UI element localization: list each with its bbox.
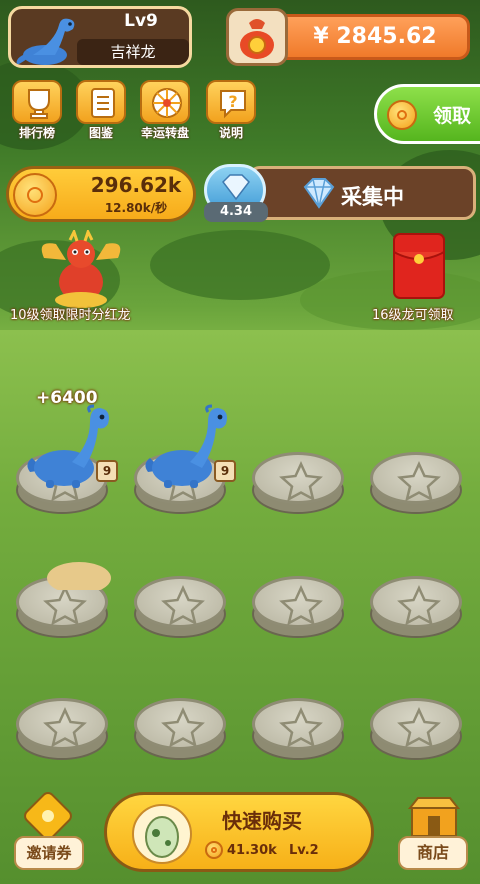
star-icon xyxy=(397,461,441,501)
board-slot[interactable] xyxy=(370,698,462,760)
quick-buy-price: 41.30k xyxy=(227,843,277,858)
merge-board: +6400 9 9 xyxy=(0,0,480,884)
invite-label: 邀请券 xyxy=(14,836,84,870)
board-slot[interactable] xyxy=(252,698,344,760)
coin-icon xyxy=(205,841,223,859)
board-slot[interactable] xyxy=(370,576,462,638)
quick-buy-button[interactable]: 快速购买 41.30k Lv.2 xyxy=(104,792,374,872)
dragon-level-badge: 9 xyxy=(96,460,118,482)
board-slot[interactable] xyxy=(134,576,226,638)
board-slot[interactable] xyxy=(252,452,344,514)
star-icon xyxy=(279,585,323,625)
star-icon xyxy=(43,585,87,625)
egg-icon xyxy=(132,804,192,864)
quick-buy-title: 快速购买 xyxy=(222,809,302,833)
board-slot[interactable] xyxy=(370,452,462,514)
dragon-egg-icon xyxy=(47,562,111,590)
star-icon xyxy=(43,707,87,747)
star-icon xyxy=(161,585,205,625)
shop-button[interactable]: 商店 xyxy=(394,792,474,872)
invite-ticket-button[interactable]: 邀请券 xyxy=(10,792,86,872)
star-icon xyxy=(279,707,323,747)
quick-buy-level: Lv.2 xyxy=(289,843,319,858)
ticket-icon xyxy=(24,792,72,840)
star-icon xyxy=(397,707,441,747)
shop-icon xyxy=(407,797,461,837)
star-icon xyxy=(161,707,205,747)
board-slot[interactable] xyxy=(134,698,226,760)
star-icon xyxy=(279,461,323,501)
dragon-level-badge: 9 xyxy=(214,460,236,482)
board-slot[interactable] xyxy=(252,576,344,638)
shop-label: 商店 xyxy=(398,836,468,870)
star-icon xyxy=(397,585,441,625)
board-slot[interactable] xyxy=(16,698,108,760)
